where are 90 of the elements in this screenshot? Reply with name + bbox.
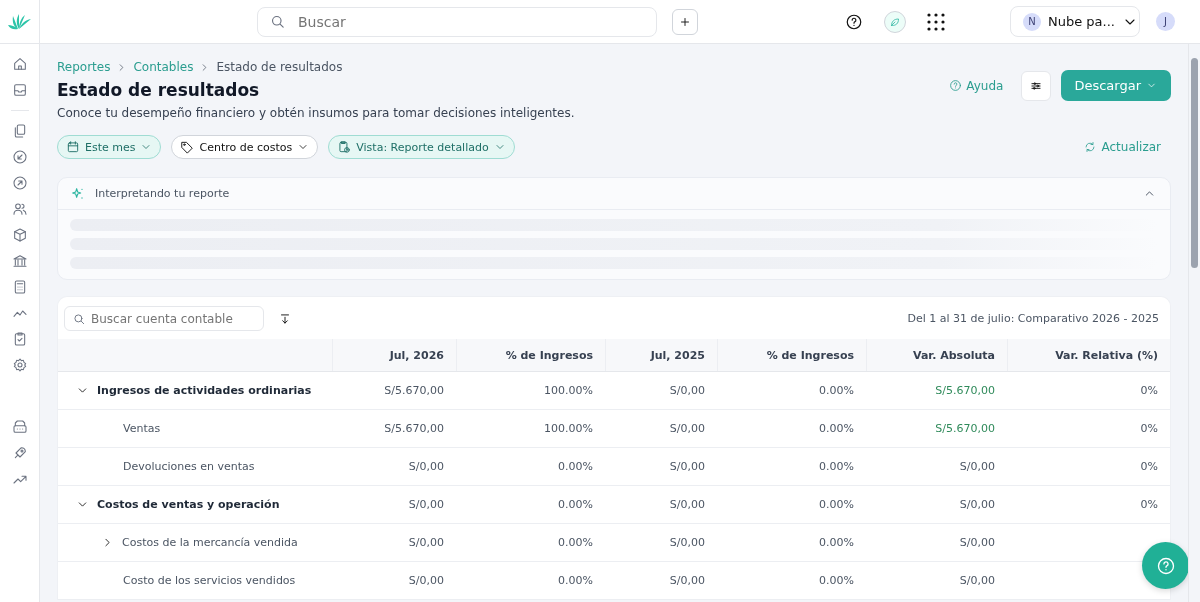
collapse-arrow-icon <box>278 311 292 326</box>
search-icon <box>269 13 286 30</box>
search-field[interactable]: Buscar <box>257 7 657 37</box>
table-cell-text: S/0,00 <box>407 460 445 473</box>
arrow-out-circle-icon <box>11 175 28 191</box>
table-cell-text: S/0,00 <box>668 574 706 587</box>
table-cell-text: 0.00% <box>818 460 855 473</box>
help-icon <box>1155 555 1176 576</box>
column-header: % de Ingresos <box>717 339 866 371</box>
table-cell-text: S/0,00 <box>668 460 706 473</box>
users-icon <box>11 201 28 217</box>
column-header: Jul, 2026 <box>332 339 456 371</box>
filter-chip[interactable]: Vista: Reporte detallado <box>328 135 515 159</box>
column-header: Var. Absoluta <box>866 339 1007 371</box>
account-name: Costos de ventas y operación <box>97 498 280 511</box>
box-icon <box>11 227 28 243</box>
user-avatar[interactable]: J <box>1156 12 1175 31</box>
help-icon <box>845 13 863 31</box>
account-name: Ventas <box>123 422 161 435</box>
settings-button[interactable] <box>1021 70 1052 101</box>
table-cell-text: 0.00% <box>818 384 855 397</box>
column-header: Jul, 2025 <box>605 339 717 371</box>
table-cell-text: 0.00% <box>818 422 855 435</box>
table-cell-text: 0.00% <box>557 460 594 473</box>
table-cell-text: 0.00% <box>818 536 855 549</box>
account-selector[interactable]: N Nube pa... <box>1010 6 1140 37</box>
table-cell-text: S/5.670,00 <box>383 384 445 397</box>
table-cell-text: S/0,00 <box>958 460 996 473</box>
breadcrumb-current: Estado de resultados <box>216 60 343 74</box>
table-cell-text: 100.00% <box>543 422 594 435</box>
column-header: % de Ingresos <box>456 339 605 371</box>
apps-icon[interactable] <box>927 13 945 31</box>
help-icon <box>949 79 963 92</box>
leaf-icon <box>889 16 901 28</box>
table-cell-text: 0% <box>1139 460 1159 473</box>
plus-icon <box>678 15 692 29</box>
table-cell-text: S/0,00 <box>958 498 996 511</box>
table-cell-text: 0.00% <box>557 574 594 587</box>
table-cell-text: S/5.670,00 <box>383 422 445 435</box>
table-cell-text: S/0,00 <box>958 536 996 549</box>
column-header: Var. Relativa (%) <box>1007 339 1170 371</box>
breadcrumb-link[interactable]: Reportes <box>57 60 111 74</box>
account-name: Devoluciones en ventas <box>123 460 255 473</box>
table-cell-text: S/0,00 <box>668 498 706 511</box>
filter-chip[interactable]: Centro de costos <box>171 135 319 159</box>
account-name: Costos de la mercancía vendida <box>122 536 298 549</box>
tag-icon <box>180 140 195 154</box>
table-cell-text: S/0,00 <box>668 536 706 549</box>
insight-title: Interpretando tu reporte <box>95 187 231 200</box>
home-icon <box>11 56 28 72</box>
gear-icon <box>11 357 28 373</box>
table-cell-text: S/0,00 <box>407 498 445 511</box>
period-label: Del 1 al 31 de julio: Comparativo 2026 - 2025 <box>907 312 1159 325</box>
table-cell-text: 0% <box>1139 498 1159 511</box>
scrollbar-thumb[interactable] <box>1191 58 1198 268</box>
page-title: Estado de resultados <box>57 80 261 100</box>
table-cell-text: S/0,00 <box>668 422 706 435</box>
table-cell-text: 0.00% <box>557 498 594 511</box>
arrow-in-circle-icon <box>11 149 28 165</box>
download-button[interactable]: Descargar <box>1061 70 1171 101</box>
store-icon <box>11 419 28 435</box>
account-name: Ingresos de actividades ordinarias <box>97 384 312 397</box>
expand-all-button[interactable] <box>278 311 292 326</box>
refresh-button[interactable]: Actualizar <box>1084 140 1171 154</box>
table-cell-text: 0.00% <box>557 536 594 549</box>
breadcrumb-link[interactable]: Contables <box>133 60 194 74</box>
table-cell-text: 100.00% <box>543 384 594 397</box>
table-cell-text: S/0,00 <box>958 574 996 587</box>
table-cell-text: 0.00% <box>818 498 855 511</box>
account-avatar: N <box>1023 12 1041 31</box>
add-button[interactable] <box>672 9 698 35</box>
account-search-field[interactable]: Buscar cuenta contable <box>64 306 264 331</box>
table-cell-text: S/5.670,00 <box>934 422 996 435</box>
filter-chip[interactable]: Este mes <box>57 135 162 159</box>
clipboard-clock-icon <box>337 140 352 154</box>
account-name: Costo de los servicios vendidos <box>123 574 296 587</box>
help-link[interactable]: Ayuda <box>949 78 1004 93</box>
calendar-icon <box>66 140 80 154</box>
search-icon <box>72 312 86 326</box>
table-cell-text: 0% <box>1139 422 1159 435</box>
inbox-icon <box>11 82 28 98</box>
table-cell-text: S/5.670,00 <box>934 384 996 397</box>
refresh-icon <box>1084 141 1097 153</box>
table-cell-text: S/0,00 <box>668 384 706 397</box>
table-cell-text: S/0,00 <box>407 574 445 587</box>
bank-icon <box>11 253 28 269</box>
table-cell-text: S/0,00 <box>407 536 445 549</box>
table-cell-text: 0.00% <box>818 574 855 587</box>
page-subtitle: Conoce tu desempeño financiero y obtén insumos para tomar decisiones inteligentes. <box>57 106 575 120</box>
table-cell-text: 0% <box>1139 384 1159 397</box>
